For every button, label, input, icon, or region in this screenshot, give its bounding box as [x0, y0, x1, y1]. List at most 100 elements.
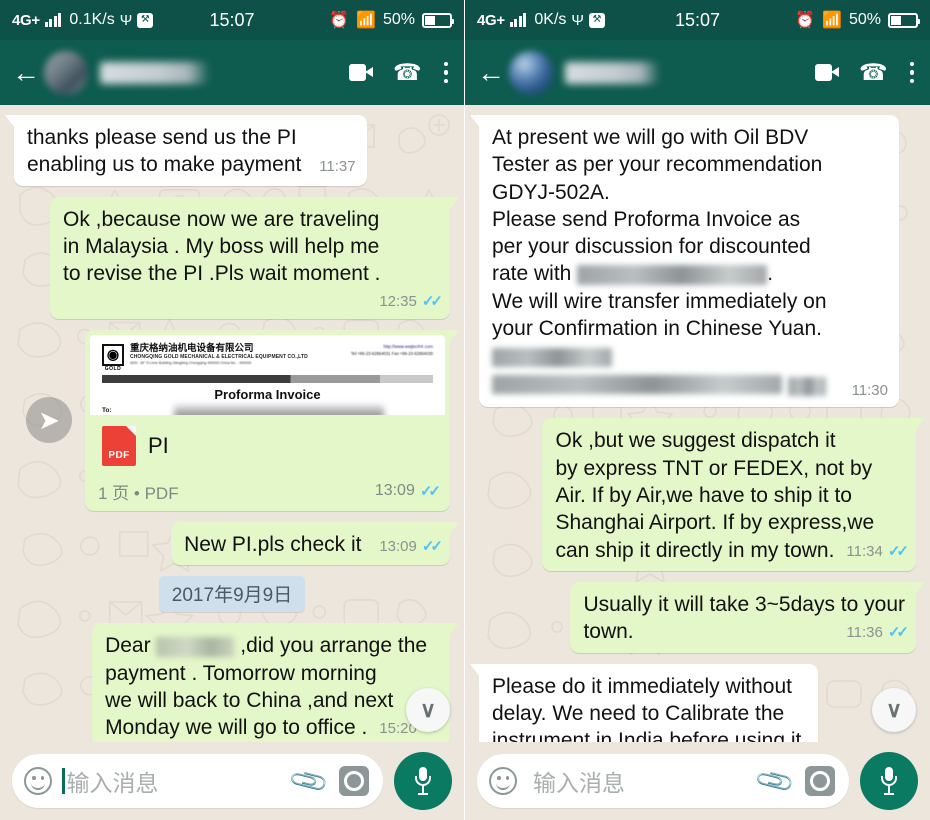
- voice-call-icon[interactable]: ☎: [859, 59, 888, 85]
- message-time: 11:36: [846, 624, 883, 642]
- redacted-signature-block: [492, 344, 888, 399]
- message-text-redact-suffix: .: [767, 262, 774, 286]
- message-time: 13:09: [374, 482, 415, 500]
- alarm-icon: ⏰: [795, 12, 816, 29]
- microphone-icon[interactable]: [394, 752, 452, 810]
- message-text: New PI.pls check it: [184, 532, 362, 556]
- wifi-icon: 📶: [822, 12, 842, 29]
- contact-avatar[interactable]: [44, 50, 88, 95]
- message-bubble-outgoing[interactable]: Ok ,but we suggest dispatch it by expres…: [542, 418, 925, 571]
- video-call-icon[interactable]: [814, 64, 839, 81]
- invoice-company-cn: 重庆格纳油机电设备有限公司: [130, 342, 254, 354]
- document-message-card[interactable]: ◉ GOLD 重庆格纳油机电设备有限公司 CHONGQING GOLD MECH…: [85, 329, 459, 511]
- invoice-divider-bar: [102, 374, 433, 383]
- overflow-menu-icon[interactable]: [908, 60, 917, 86]
- camera-icon[interactable]: [339, 766, 369, 796]
- message-text: Ok ,because now we are traveling in Mala…: [63, 207, 381, 286]
- status-left-group: 4G+ 0.1K/s Ψ ⚒: [12, 11, 154, 29]
- battery-icon: [888, 12, 920, 28]
- message-bubble-outgoing[interactable]: New PI.pls check it 13:09 ✓✓: [171, 521, 459, 566]
- invoice-fields: To: Date: PI No.:: [102, 402, 433, 415]
- message-bubble-incoming[interactable]: Please do it immediately without delay. …: [469, 663, 819, 742]
- message-row: Ok ,because now we are traveling in Mala…: [14, 196, 459, 319]
- message-list-left[interactable]: thanks please send us the PI enabling us…: [0, 105, 464, 742]
- usb-icon: Ψ: [571, 11, 584, 29]
- message-bubble-outgoing[interactable]: Ok ,because now we are traveling in Mala…: [50, 196, 459, 319]
- invoice-logo-text: GOLD: [104, 365, 122, 372]
- battery-icon: [422, 12, 454, 28]
- back-arrow-icon[interactable]: ←: [10, 58, 42, 87]
- message-row: New PI.pls check it 13:09 ✓✓: [14, 521, 459, 566]
- network-type-label: 4G+: [477, 11, 505, 29]
- read-receipt-icon: ✓✓: [887, 624, 909, 642]
- message-meta: 12:35 ✓✓: [379, 292, 443, 312]
- network-type-label: 4G+: [12, 11, 40, 29]
- emoji-icon[interactable]: [489, 767, 517, 795]
- chat-header: ← ☎: [465, 40, 930, 105]
- status-bar: 4G+ 0K/s Ψ ⚒ 15:07 ⏰ 📶 50%: [465, 0, 930, 40]
- invoice-title: Proforma Invoice: [214, 386, 321, 402]
- message-list-right[interactable]: At present we will go with Oil BDV Teste…: [465, 105, 930, 742]
- attachment-icon[interactable]: 📎: [753, 759, 797, 803]
- message-time: 11:30: [851, 381, 888, 399]
- wifi-icon: 📶: [356, 12, 376, 29]
- messages-container: thanks please send us the PI enabling us…: [5, 115, 459, 742]
- read-receipt-icon: ✓✓: [887, 542, 909, 560]
- developer-icon: ⚒: [137, 12, 154, 28]
- network-speed-label: 0.1K/s: [69, 11, 115, 28]
- date-chip: 2017年9月9日: [158, 576, 306, 613]
- message-bubble-incoming[interactable]: thanks please send us the PI enabling us…: [5, 115, 367, 186]
- message-row: Dear ,did you arrange the payment . Tomo…: [14, 623, 459, 742]
- redacted-signature-line: [787, 376, 826, 396]
- dual-screenshot-app: 4G+ 0.1K/s Ψ ⚒ 15:07 ⏰ 📶 50% ← ☎ thanks …: [0, 0, 930, 820]
- document-preview: ◉ GOLD 重庆格纳油机电设备有限公司 CHONGQING GOLD MECH…: [90, 334, 445, 415]
- message-bubble-outgoing[interactable]: Usually it will take 3~5days to your tow…: [570, 581, 925, 653]
- invoice-contact-block: http://www.wwjtechX.com Tel:+86-23-62964…: [351, 344, 433, 356]
- redacted-signature-line: [492, 375, 782, 395]
- message-row: thanks please send us the PI enabling us…: [5, 115, 450, 186]
- message-bubble-incoming[interactable]: At present we will go with Oil BDV Teste…: [470, 115, 899, 408]
- video-call-icon[interactable]: [348, 64, 373, 81]
- attachment-icon[interactable]: 📎: [287, 759, 331, 803]
- contact-name-redacted[interactable]: [100, 61, 210, 84]
- text-caret: [62, 768, 65, 794]
- scroll-to-bottom-icon[interactable]: ∨: [872, 688, 916, 732]
- message-row: At present we will go with Oil BDV Teste…: [470, 115, 916, 408]
- message-input-pill[interactable]: 输入消息 📎: [477, 754, 849, 808]
- forward-icon[interactable]: ➤: [26, 397, 72, 444]
- invoice-company-block: 重庆格纳油机电设备有限公司 CHONGQING GOLD MECHANICAL …: [130, 342, 308, 365]
- back-arrow-icon[interactable]: ←: [475, 58, 507, 87]
- status-left-group: 4G+ 0K/s Ψ ⚒: [477, 11, 605, 29]
- date-separator-row: 2017年9月9日: [14, 576, 450, 613]
- message-meta: 13:09 ✓✓: [374, 482, 441, 501]
- alarm-icon: ⏰: [329, 12, 350, 29]
- contact-name-redacted[interactable]: [565, 61, 660, 84]
- contact-avatar[interactable]: [509, 50, 553, 95]
- developer-icon: ⚒: [588, 12, 605, 28]
- signal-strength-icon: [44, 13, 62, 27]
- message-meta: 11:30: [852, 381, 888, 401]
- camera-icon[interactable]: [805, 766, 835, 796]
- microphone-icon[interactable]: [860, 752, 918, 810]
- chat-pane-right: 4G+ 0K/s Ψ ⚒ 15:07 ⏰ 📶 50% ← ☎ At presen…: [465, 0, 930, 820]
- message-text-redact-prefix: rate with: [492, 262, 578, 286]
- message-bubble-outgoing[interactable]: Dear ,did you arrange the payment . Tomo…: [92, 623, 459, 742]
- scroll-to-bottom-icon[interactable]: ∨: [406, 688, 450, 732]
- message-time: 12:35: [379, 293, 417, 311]
- message-meta: 13:09 ✓✓: [379, 537, 443, 557]
- message-input-pill[interactable]: 输入消息 📎: [12, 754, 383, 808]
- document-file-row[interactable]: PDF PI: [90, 414, 445, 477]
- message-text: Ok ,but we suggest dispatch it by expres…: [555, 429, 875, 562]
- invoice-website: http://www.wwjtechX.com: [383, 343, 433, 349]
- read-receipt-icon: ✓✓: [419, 483, 441, 501]
- invoice-logo: ◉ GOLD: [102, 343, 124, 372]
- emoji-icon[interactable]: [24, 767, 52, 795]
- message-input-placeholder[interactable]: 输入消息: [67, 764, 283, 798]
- message-text-part1: At present we will go with Oil BDV Teste…: [492, 126, 823, 259]
- message-text: thanks please send us the PI enabling us…: [27, 126, 302, 177]
- voice-call-icon[interactable]: ☎: [393, 59, 422, 85]
- message-input-placeholder[interactable]: 输入消息: [533, 764, 749, 798]
- message-row: Ok ,but we suggest dispatch it by expres…: [479, 418, 925, 571]
- overflow-menu-icon[interactable]: [442, 60, 451, 86]
- document-footer: 1 页 • PDF 13:09 ✓✓: [90, 477, 445, 508]
